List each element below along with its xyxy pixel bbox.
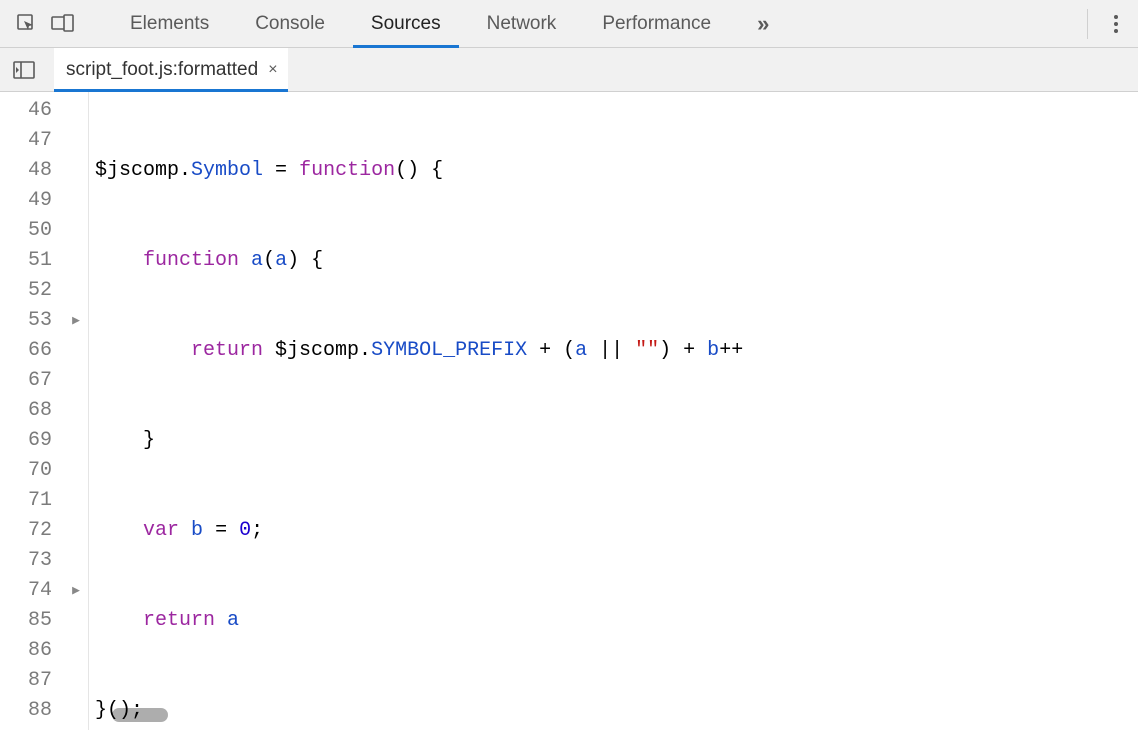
line-number[interactable]: 73 — [6, 546, 52, 576]
tab-console[interactable]: Console — [237, 0, 343, 47]
file-tab[interactable]: script_foot.js:formatted × — [54, 48, 288, 91]
line-number[interactable]: 74 — [6, 576, 52, 606]
code-line[interactable]: $jscomp.Symbol = function() { — [95, 156, 1138, 186]
sources-subtoolbar: script_foot.js:formatted × — [0, 48, 1138, 92]
tab-network[interactable]: Network — [469, 0, 575, 47]
line-number[interactable]: 69 — [6, 426, 52, 456]
line-number[interactable]: 88 — [6, 696, 52, 726]
line-number[interactable]: 52 — [6, 276, 52, 306]
line-number[interactable]: 70 — [6, 456, 52, 486]
overflow-glyph: » — [757, 11, 769, 37]
fold-toggle-icon[interactable]: ▶ — [64, 306, 88, 336]
horizontal-scrollbar-thumb[interactable] — [112, 708, 168, 722]
code-line[interactable]: var b = 0; — [95, 516, 1138, 546]
devtools-main-toolbar: Elements Console Sources Network Perform… — [0, 0, 1138, 48]
code-line[interactable]: } — [95, 426, 1138, 456]
line-number[interactable]: 66 — [6, 336, 52, 366]
close-tab-icon[interactable]: × — [268, 61, 277, 79]
tabs-overflow-icon[interactable]: » — [739, 0, 787, 47]
panel-tabs: Elements Console Sources Network Perform… — [112, 0, 787, 47]
tab-elements[interactable]: Elements — [112, 0, 227, 47]
line-number[interactable]: 49 — [6, 186, 52, 216]
tab-label: Sources — [371, 13, 441, 35]
inspect-element-icon[interactable] — [12, 9, 42, 39]
line-number[interactable]: 67 — [6, 366, 52, 396]
fold-toggle-icon[interactable]: ▶ — [64, 576, 88, 606]
code-line[interactable]: }(); — [95, 696, 1138, 726]
tab-label: Performance — [602, 13, 711, 35]
line-number-gutter[interactable]: 46 47 48 49 50 51 52 53 66 67 68 69 70 7… — [0, 92, 64, 730]
line-number[interactable]: 47 — [6, 126, 52, 156]
line-number[interactable]: 72 — [6, 516, 52, 546]
code-line[interactable]: function a(a) { — [95, 246, 1138, 276]
line-number[interactable]: 46 — [6, 96, 52, 126]
tab-performance[interactable]: Performance — [584, 0, 729, 47]
code-area[interactable]: $jscomp.Symbol = function() { function a… — [88, 92, 1138, 730]
line-number[interactable]: 86 — [6, 636, 52, 666]
code-editor[interactable]: 46 47 48 49 50 51 52 53 66 67 68 69 70 7… — [0, 92, 1138, 730]
more-options-icon[interactable] — [1106, 15, 1126, 33]
line-number[interactable]: 53 — [6, 306, 52, 336]
tab-sources[interactable]: Sources — [353, 0, 459, 47]
navigator-toggle-icon[interactable] — [10, 56, 38, 84]
tab-label: Elements — [130, 13, 209, 35]
tab-label: Console — [255, 13, 325, 35]
tab-label: Network — [487, 13, 557, 35]
line-number[interactable]: 71 — [6, 486, 52, 516]
line-number[interactable]: 48 — [6, 156, 52, 186]
fold-gutter: ▶ ▶ — [64, 92, 88, 730]
device-toolbar-icon[interactable] — [48, 9, 78, 39]
file-tab-label: script_foot.js:formatted — [66, 59, 258, 81]
toolbar-divider — [1087, 9, 1088, 39]
code-line[interactable]: return $jscomp.SYMBOL_PREFIX + (a || "")… — [95, 336, 1138, 366]
line-number[interactable]: 68 — [6, 396, 52, 426]
line-number[interactable]: 85 — [6, 606, 52, 636]
code-line[interactable]: return a — [95, 606, 1138, 636]
line-number[interactable]: 50 — [6, 216, 52, 246]
line-number[interactable]: 89 — [6, 726, 52, 730]
line-number[interactable]: 87 — [6, 666, 52, 696]
line-number[interactable]: 51 — [6, 246, 52, 276]
